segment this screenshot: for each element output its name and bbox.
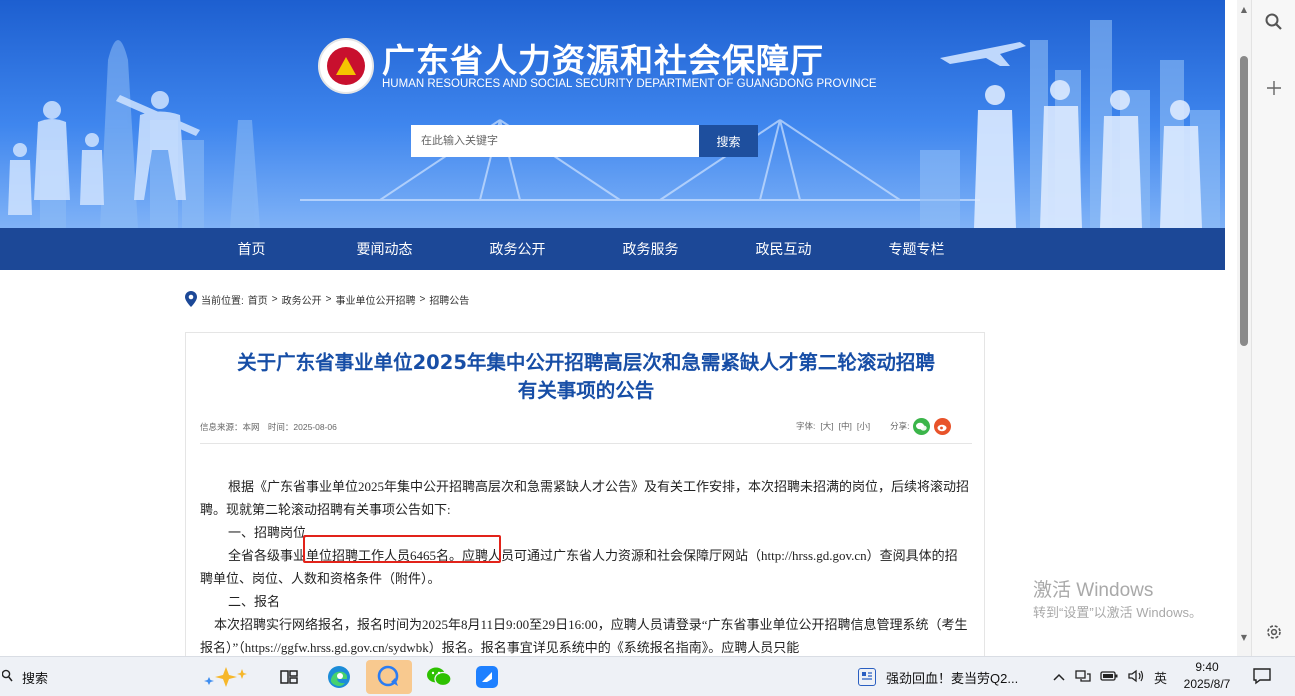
copilot-sparkle-icon[interactable] <box>194 660 258 694</box>
location-pin-icon <box>185 291 197 307</box>
article-date: 时间：2025-08-06 <box>267 422 337 432</box>
meta-divider <box>200 443 972 444</box>
news-icon <box>858 668 876 686</box>
chat-app-icon[interactable] <box>366 660 412 694</box>
article-meta: 信息来源：本网 时间：2025-08-06 <box>200 421 343 433</box>
nav-item-public-affairs[interactable]: 政务公开 <box>451 228 584 270</box>
font-size-medium[interactable]: [中] <box>839 420 852 432</box>
sidebar-settings-icon[interactable] <box>1264 622 1284 642</box>
wechat-share-icon[interactable] <box>913 417 931 435</box>
taskbar-clock[interactable]: 9:40 2025/8/7 <box>1172 659 1242 693</box>
font-size-large[interactable]: [大] <box>820 420 833 432</box>
wechat-icon[interactable] <box>420 660 458 694</box>
share-label: 分享: <box>890 421 910 431</box>
article-tools: 字体: [大] [中] [小] 分享: <box>796 417 952 435</box>
article-panel: 关于广东省事业单位2025年集中公开招聘高层次和急需紧缺人才第二轮滚动招聘 有关… <box>185 332 985 656</box>
task-view-icon[interactable] <box>270 660 308 694</box>
breadcrumb-item-home[interactable]: 首页 <box>248 292 268 307</box>
site-title: 广东省人力资源和社会保障厅 <box>382 41 824 80</box>
scroll-down-arrow-icon[interactable]: ▼ <box>1237 632 1251 644</box>
chevron-up-icon[interactable] <box>1052 670 1066 685</box>
battery-icon[interactable] <box>1100 670 1118 685</box>
clock-time: 9:40 <box>1195 660 1219 674</box>
scroll-thumb[interactable] <box>1240 56 1248 346</box>
breadcrumb: 当前位置: 首页 > 政务公开 > 事业单位公开招聘 > 招聘公告 <box>185 290 469 308</box>
taskbar-news-widget[interactable]: 强劲回血！麦当劳Q2... <box>858 667 1018 687</box>
scroll-up-arrow-icon[interactable]: ▲ <box>1237 4 1251 16</box>
breadcrumb-item-public-affairs[interactable]: 政务公开 <box>282 292 322 307</box>
paragraph-registration: 本次招聘实行网络报名，报名时间为2025年8月11日9:00至29日16:00，… <box>200 617 968 655</box>
clock-date: 2025/8/7 <box>1183 677 1231 691</box>
main-nav: 首页 要闻动态 政务公开 政务服务 政民互动 专题专栏 <box>0 228 1225 270</box>
system-tray: 英 <box>1052 667 1176 687</box>
header-banner: 广东省人力资源和社会保障厅 HUMAN RESOURCES AND SOCIAL… <box>0 0 1225 228</box>
news-headline: 强劲回血！麦当劳Q2... <box>886 670 1019 686</box>
feishu-app-icon[interactable] <box>468 660 506 694</box>
edge-browser-icon[interactable] <box>320 660 358 694</box>
ime-indicator[interactable]: 英 <box>1154 668 1167 687</box>
article-source: 信息来源：本网 <box>200 422 260 432</box>
browser-sidebar <box>1251 0 1295 656</box>
network-icon[interactable] <box>1075 669 1091 686</box>
activate-windows-hint: 转到“设置”以激活 Windows。 <box>1033 605 1203 620</box>
article-title-line1: 关于广东省事业单位2025年集中公开招聘高层次和急需紧缺人才第二轮滚动招聘 <box>237 351 935 374</box>
article-title: 关于广东省事业单位2025年集中公开招聘高层次和急需紧缺人才第二轮滚动招聘 有关… <box>186 349 986 405</box>
nav-item-topics[interactable]: 专题专栏 <box>850 228 983 270</box>
windows-taskbar: 搜索 强劲回血！麦当劳Q2... 英 9:40 2025/8/7 <box>0 656 1295 696</box>
section-heading-registration: 二、报名 <box>228 594 281 609</box>
nav-item-news[interactable]: 要闻动态 <box>318 228 451 270</box>
search-input[interactable] <box>411 125 699 157</box>
notification-icon[interactable] <box>1252 667 1272 685</box>
breadcrumb-separator: > <box>419 293 426 305</box>
screen: { "site": { "title": "广东省人力资源和社会保障厅", "s… <box>0 0 1295 696</box>
weibo-share-icon[interactable] <box>934 417 952 435</box>
font-size-label: 字体: <box>796 421 816 431</box>
sidebar-search-icon[interactable] <box>1264 12 1284 32</box>
nav-item-interaction[interactable]: 政民互动 <box>717 228 850 270</box>
nav-item-services[interactable]: 政务服务 <box>584 228 717 270</box>
webpage: 广东省人力资源和社会保障厅 HUMAN RESOURCES AND SOCIAL… <box>0 0 1237 656</box>
article-title-line2: 有关事项的公告 <box>517 379 655 402</box>
site-logo[interactable] <box>318 38 374 94</box>
nav-item-home[interactable]: 首页 <box>185 228 318 270</box>
taskbar-search[interactable]: 搜索 <box>0 657 48 696</box>
article-body: 根据《广东省事业单位2025年集中公开招聘高层次和急需紧缺人才公告》及有关工作安… <box>200 475 970 656</box>
activate-windows-title: 激活 Windows <box>1033 580 1154 601</box>
site-subtitle: HUMAN RESOURCES AND SOCIAL SECURITY DEPA… <box>382 78 877 90</box>
page-scrollbar[interactable]: ▲ ▼ <box>1237 0 1251 656</box>
breadcrumb-separator: > <box>325 293 332 305</box>
font-size-small[interactable]: [小] <box>857 420 870 432</box>
search-icon <box>1 669 14 686</box>
breadcrumb-item-recruitment[interactable]: 事业单位公开招聘 <box>335 292 415 307</box>
volume-icon[interactable] <box>1127 669 1145 686</box>
breadcrumb-separator: > <box>271 293 278 305</box>
sidebar-add-icon[interactable] <box>1264 78 1284 98</box>
taskbar-search-label: 搜索 <box>22 670 49 686</box>
paragraph-intro: 根据《广东省事业单位2025年集中公开招聘高层次和急需紧缺人才公告》及有关工作安… <box>200 479 970 517</box>
search-button[interactable]: 搜索 <box>699 125 758 157</box>
red-highlight-box <box>303 535 501 563</box>
breadcrumb-prefix: 当前位置: <box>201 295 244 307</box>
breadcrumb-item-announcement[interactable]: 招聘公告 <box>429 292 469 307</box>
